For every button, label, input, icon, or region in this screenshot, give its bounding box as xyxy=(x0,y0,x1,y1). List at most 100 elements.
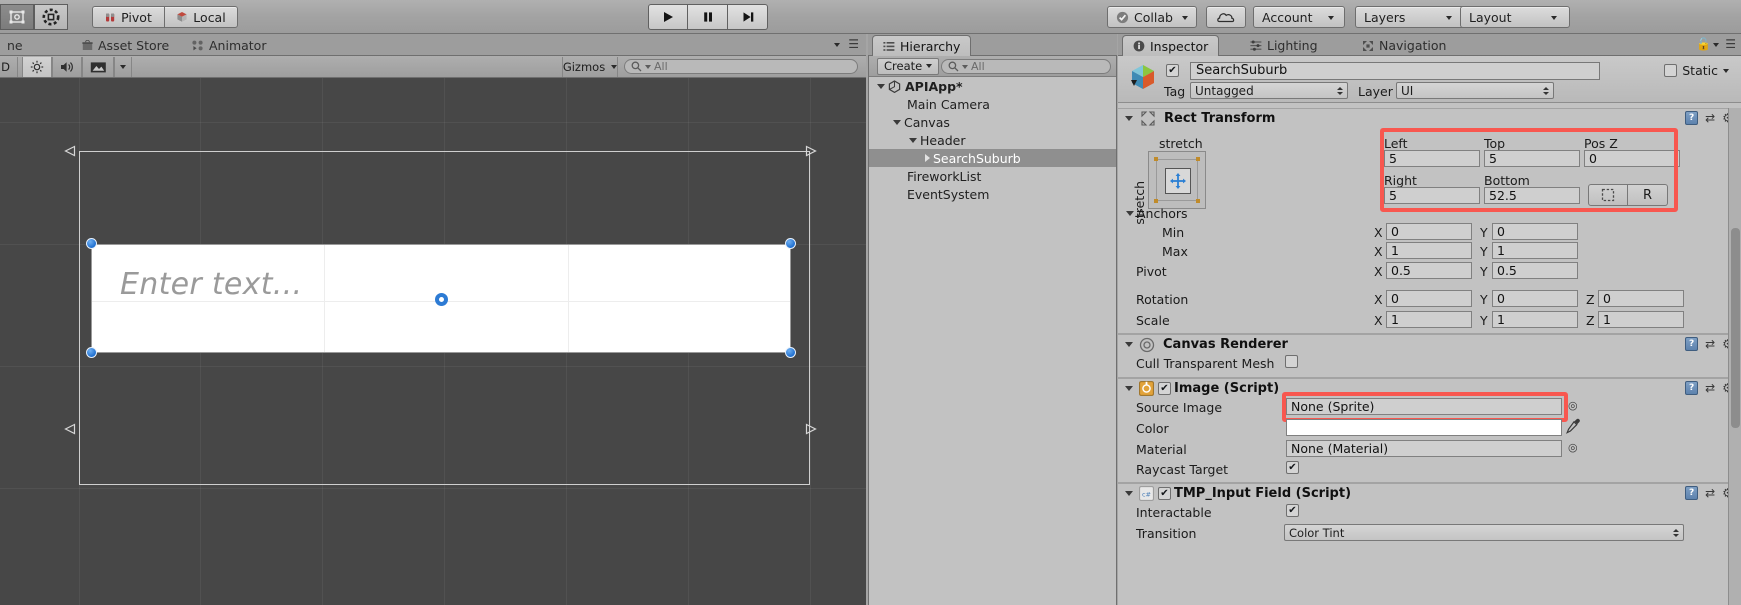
play-button[interactable] xyxy=(648,4,688,30)
tab-asset-store[interactable]: Asset Store xyxy=(72,35,179,56)
object-picker-icon[interactable]: ◎ xyxy=(1568,441,1578,454)
tab-inspector[interactable]: Inspector xyxy=(1122,35,1220,56)
anchor-max-y-field[interactable]: 1 xyxy=(1492,242,1578,259)
image-script-header[interactable]: Image (Script) ? ⇄ ⚙ xyxy=(1118,378,1741,398)
canvas-corner-handle-tr[interactable] xyxy=(805,145,817,157)
chevron-down-icon[interactable] xyxy=(1723,68,1729,73)
inspector-options-chevron-icon[interactable] xyxy=(1713,43,1719,47)
canvas-corner-handle-br[interactable] xyxy=(805,423,817,435)
hierarchy-item-header[interactable]: Header xyxy=(869,131,1116,149)
chevron-expanded-icon[interactable] xyxy=(909,137,917,143)
preset-icon[interactable]: ⇄ xyxy=(1705,381,1715,395)
anchor-min-y-field[interactable]: 0 xyxy=(1492,223,1578,240)
pivot-toggle-button[interactable]: Pivot xyxy=(92,6,164,28)
chevron-expanded-icon[interactable] xyxy=(1125,116,1133,121)
rotation-y-field[interactable]: 0 xyxy=(1492,290,1578,307)
preset-icon[interactable]: ⇄ xyxy=(1705,111,1715,125)
object-picker-icon[interactable]: ◎ xyxy=(1568,399,1578,412)
scene-fx-dropdown[interactable] xyxy=(114,57,132,77)
anchors-foldout[interactable]: Anchors xyxy=(1126,206,1188,221)
tab-game[interactable]: ne xyxy=(0,35,33,56)
create-button[interactable]: Create xyxy=(877,57,940,75)
canvas-renderer-header[interactable]: Canvas Renderer ? ⇄ ⚙ xyxy=(1118,334,1741,354)
inspector-scrollbar[interactable] xyxy=(1728,108,1741,605)
pivot-y-field[interactable]: 0.5 xyxy=(1492,262,1578,279)
scene-2d-toggle[interactable]: D xyxy=(0,57,18,77)
anchor-min-x-field[interactable]: 0 xyxy=(1386,223,1472,240)
color-swatch-field[interactable] xyxy=(1286,419,1562,436)
collab-button[interactable]: Collab xyxy=(1107,6,1197,28)
tab-navigation[interactable]: Navigation xyxy=(1352,35,1456,56)
layout-button[interactable]: Layout xyxy=(1460,6,1570,28)
scene-lighting-toggle[interactable] xyxy=(22,57,52,77)
transform-tool-button[interactable] xyxy=(34,4,68,30)
raycast-target-checkbox[interactable] xyxy=(1286,461,1299,474)
layers-button[interactable]: Layers xyxy=(1355,6,1465,28)
gameobject-name-field[interactable]: SearchSuburb xyxy=(1190,62,1600,80)
resize-handle-br[interactable] xyxy=(785,347,796,358)
pause-button[interactable] xyxy=(688,4,728,30)
top-value-field[interactable]: 5 xyxy=(1484,150,1580,167)
source-image-field[interactable]: None (Sprite) xyxy=(1286,398,1562,415)
static-checkbox[interactable] xyxy=(1664,64,1678,77)
blueprint-mode-button[interactable] xyxy=(1588,184,1628,206)
scene-audio-toggle[interactable] xyxy=(52,57,82,77)
tmp-input-enabled-checkbox[interactable] xyxy=(1158,487,1171,500)
left-value-field[interactable]: 5 xyxy=(1384,150,1480,167)
cloud-button[interactable] xyxy=(1206,6,1246,28)
pivot-handle[interactable] xyxy=(435,293,448,306)
gameobject-enabled-checkbox[interactable] xyxy=(1166,64,1179,77)
chevron-expanded-icon[interactable] xyxy=(877,83,885,89)
account-button[interactable]: Account xyxy=(1253,6,1345,28)
preset-icon[interactable]: ⇄ xyxy=(1705,486,1715,500)
inspector-options-menu-icon[interactable]: ☰ xyxy=(1725,37,1736,51)
hierarchy-item-apiapp[interactable]: APIApp* xyxy=(869,77,1116,95)
preset-icon[interactable]: ⇄ xyxy=(1705,337,1715,351)
raw-edit-mode-button[interactable]: R xyxy=(1628,184,1668,206)
right-value-field[interactable]: 5 xyxy=(1384,187,1480,204)
scale-z-field[interactable]: 1 xyxy=(1598,311,1684,328)
canvas-corner-handle-tl[interactable] xyxy=(64,145,76,157)
rotation-z-field[interactable]: 0 xyxy=(1598,290,1684,307)
chevron-expanded-icon[interactable] xyxy=(1125,386,1133,391)
hierarchy-search-input[interactable]: All xyxy=(941,59,1111,74)
tmp-input-field-header[interactable]: c# TMP_Input Field (Script) ? ⇄ ⚙ xyxy=(1118,483,1741,503)
scene-canvas[interactable]: Enter text... xyxy=(0,78,866,605)
hierarchy-item-main-camera[interactable]: Main Camera xyxy=(869,95,1116,113)
hierarchy-item-eventsystem[interactable]: EventSystem xyxy=(869,185,1116,203)
rect-transform-header[interactable]: Rect Transform ? ⇄ ⚙ xyxy=(1118,108,1741,128)
scene-options-chevron-icon[interactable] xyxy=(834,43,840,47)
step-button[interactable] xyxy=(728,4,768,30)
scene-options-menu-icon[interactable]: ☰ xyxy=(848,37,859,51)
tag-dropdown[interactable]: Untagged xyxy=(1190,82,1348,99)
anchor-max-x-field[interactable]: 1 xyxy=(1386,242,1472,259)
hierarchy-item-searchsuburb[interactable]: SearchSuburb xyxy=(869,149,1116,167)
chevron-expanded-icon[interactable] xyxy=(893,119,901,125)
static-toggle[interactable]: Static xyxy=(1664,63,1729,78)
gizmos-button[interactable]: Gizmos xyxy=(562,57,618,77)
tab-lighting[interactable]: Lighting xyxy=(1240,35,1328,56)
layer-dropdown[interactable]: UI xyxy=(1396,82,1554,99)
cull-transparent-mesh-checkbox[interactable] xyxy=(1285,355,1298,368)
bottom-value-field[interactable]: 52.5 xyxy=(1484,187,1580,204)
transition-dropdown[interactable]: Color Tint xyxy=(1284,524,1684,541)
chevron-expanded-icon[interactable] xyxy=(1125,342,1133,347)
inspector-lock-icon[interactable]: 🔓 xyxy=(1696,37,1711,51)
resize-handle-tr[interactable] xyxy=(785,238,796,249)
canvas-corner-handle-bl[interactable] xyxy=(64,423,76,435)
rect-tool-button[interactable] xyxy=(0,4,34,30)
pos-z-value-field[interactable]: 0 xyxy=(1584,150,1680,167)
image-enabled-checkbox[interactable] xyxy=(1158,382,1171,395)
chevron-expanded-icon[interactable] xyxy=(1126,211,1134,216)
help-icon[interactable]: ? xyxy=(1685,111,1699,125)
scale-x-field[interactable]: 1 xyxy=(1386,311,1472,328)
scene-view[interactable]: D Gizmos All Enter text... xyxy=(0,56,866,605)
scale-y-field[interactable]: 1 xyxy=(1492,311,1578,328)
eyedropper-icon[interactable] xyxy=(1566,418,1581,434)
chevron-collapsed-icon[interactable] xyxy=(925,154,930,162)
scene-fx-toggle[interactable] xyxy=(82,57,114,77)
pivot-x-field[interactable]: 0.5 xyxy=(1386,262,1472,279)
material-field[interactable]: None (Material) xyxy=(1286,440,1562,457)
hierarchy-item-fireworklist[interactable]: FireworkList xyxy=(869,167,1116,185)
tab-animator[interactable]: Animator xyxy=(182,35,276,56)
